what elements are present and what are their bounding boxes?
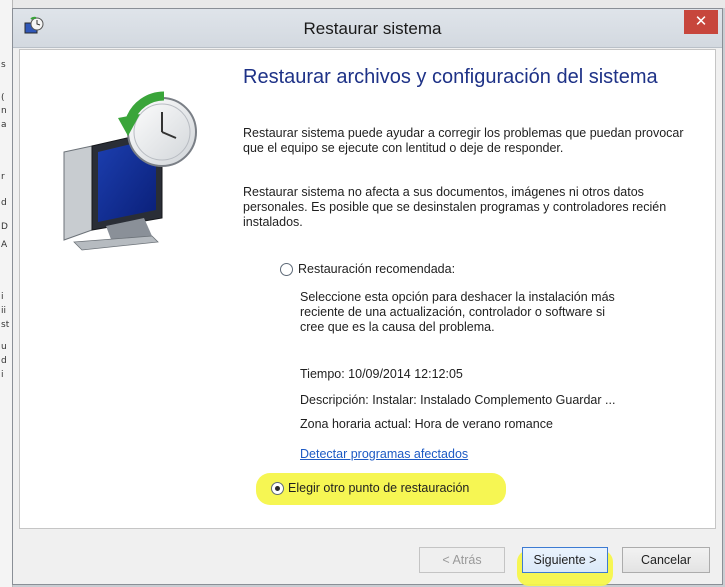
background-glyph: u xyxy=(1,342,7,352)
page-heading: Restaurar archivos y configuración del s… xyxy=(243,66,658,88)
recommended-description-line: Seleccione esta opción para deshacer la … xyxy=(300,290,615,304)
background-glyph: i xyxy=(1,370,4,380)
restore-point-timezone: Zona horaria actual: Hora de verano roma… xyxy=(300,417,553,431)
radio-selected-dot xyxy=(275,486,280,491)
window-title: Restaurar sistema xyxy=(303,19,442,38)
background-glyph: n xyxy=(1,106,7,116)
title-bar[interactable]: Restaurar sistema ✕ xyxy=(13,9,722,48)
system-restore-illustration xyxy=(63,91,197,251)
close-icon: ✕ xyxy=(694,13,708,30)
restore-point-description: Descripción: Instalar: Instalado Complem… xyxy=(300,393,616,407)
recommended-description-line: reciente de una actualización, controlad… xyxy=(300,305,606,319)
background-glyph: st xyxy=(1,320,10,330)
back-button[interactable]: < Atrás xyxy=(419,547,505,573)
info-paragraph: Restaurar sistema no afecta a sus docume… xyxy=(243,185,667,229)
background-glyph: D xyxy=(1,222,8,232)
recommended-restore-radio[interactable] xyxy=(280,263,293,276)
detect-affected-programs-link[interactable]: Detectar programas afectados xyxy=(300,447,468,461)
content-panel: Restaurar archivos y configuración del s… xyxy=(19,49,716,529)
background-glyph: A xyxy=(1,240,8,250)
close-button[interactable]: ✕ xyxy=(684,10,718,34)
background-desktop-top xyxy=(12,0,725,8)
choose-other-restore-label[interactable]: Elegir otro punto de restauración xyxy=(288,481,469,495)
background-glyph: d xyxy=(1,356,7,366)
intro-paragraph: Restaurar sistema puede ayudar a corregi… xyxy=(243,126,684,155)
background-glyph: r xyxy=(1,172,5,182)
background-glyph: i xyxy=(1,292,4,302)
recommended-description-line: cree que es la causa del problema. xyxy=(300,320,495,334)
background-glyph: s xyxy=(1,60,6,70)
restore-point-time: Tiempo: 10/09/2014 12:12:05 xyxy=(300,367,463,381)
restore-dialog: Restaurar sistema ✕ Restaurar archivos y… xyxy=(12,8,723,586)
cancel-button[interactable]: Cancelar xyxy=(622,547,710,573)
background-glyph: d xyxy=(1,198,7,208)
background-glyph: ii xyxy=(1,306,7,316)
next-button[interactable]: Siguiente > xyxy=(522,547,608,573)
choose-other-restore-radio[interactable] xyxy=(271,482,284,495)
recommended-restore-label[interactable]: Restauración recomendada: xyxy=(298,262,455,276)
background-glyph: a xyxy=(1,120,7,130)
background-glyph: ( xyxy=(1,93,5,103)
